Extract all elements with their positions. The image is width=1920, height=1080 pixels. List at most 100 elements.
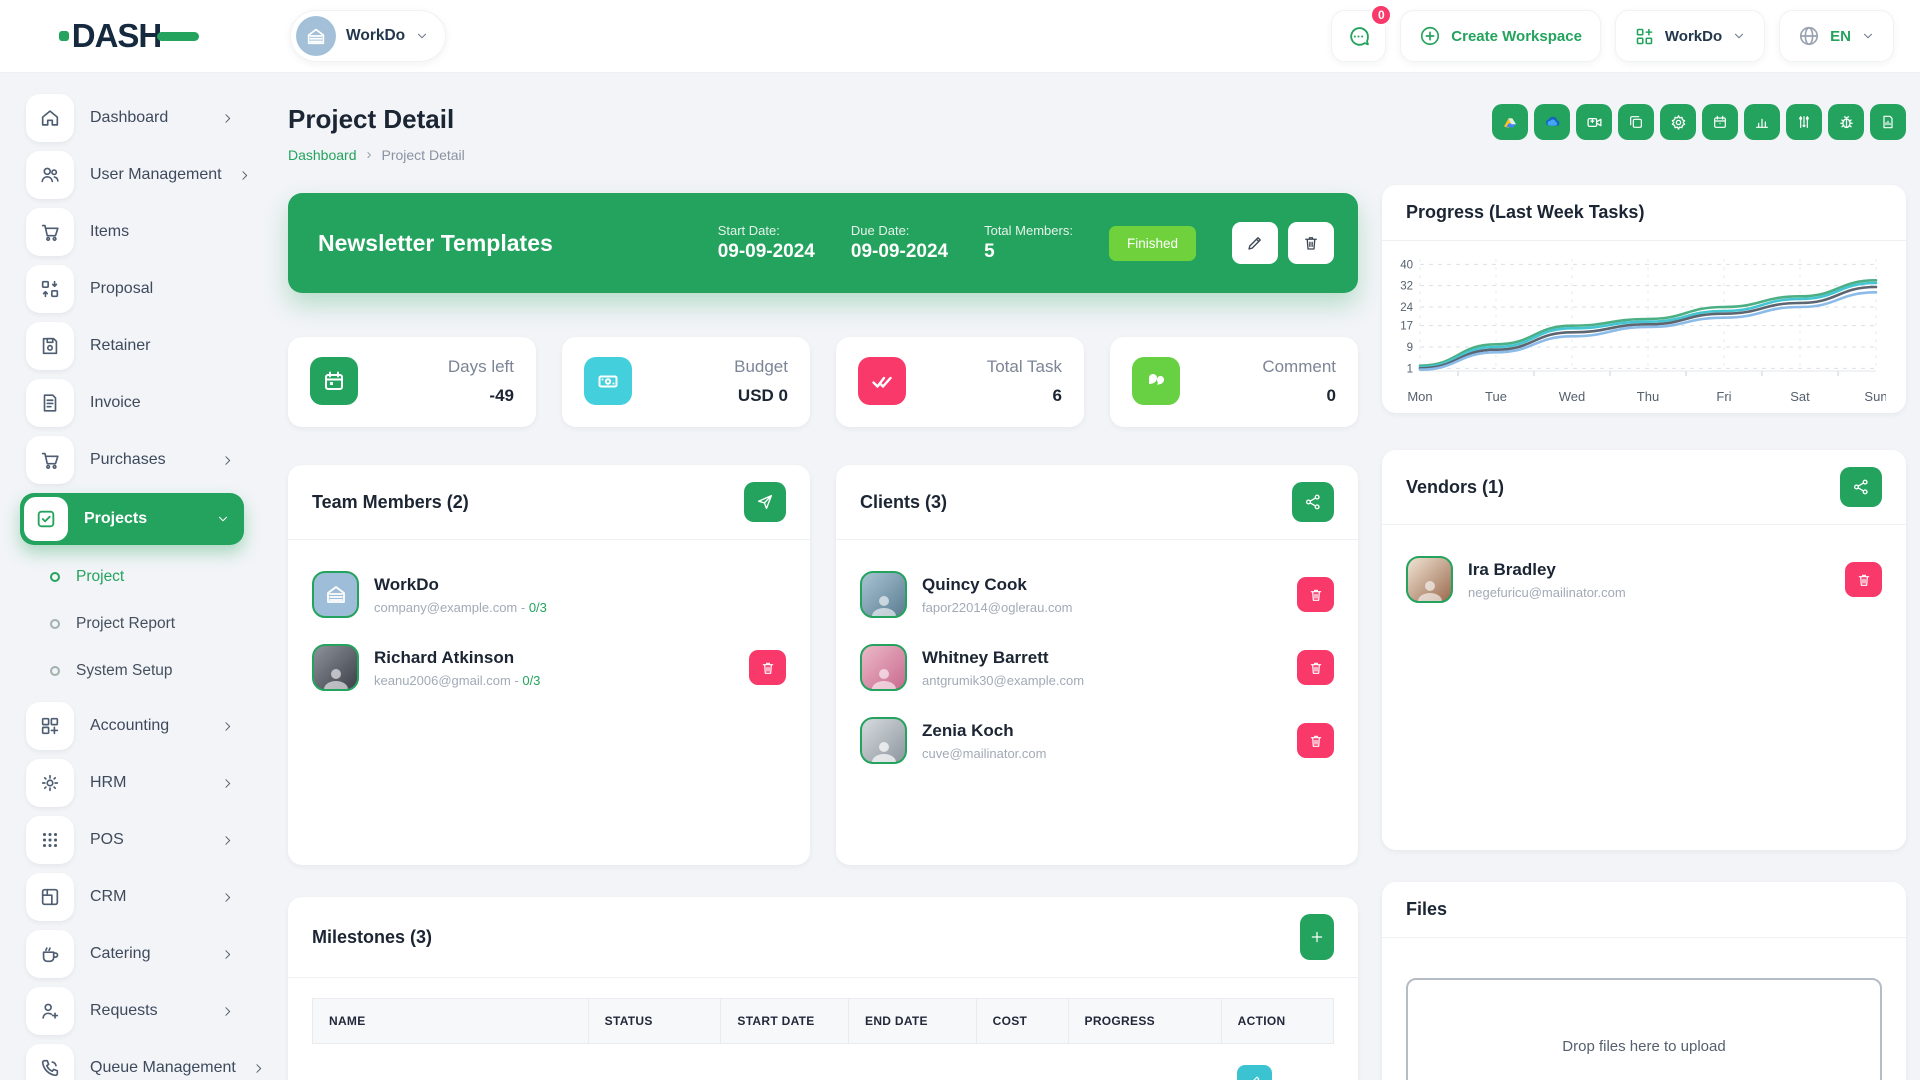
messages-button[interactable]: 0 — [1331, 10, 1386, 62]
page-title: Project Detail — [288, 104, 1358, 135]
language-selector[interactable]: EN — [1779, 10, 1894, 62]
create-workspace-button[interactable]: Create Workspace — [1400, 10, 1601, 62]
trash-icon — [760, 660, 776, 676]
dots-grid-icon — [26, 816, 74, 864]
sidebar-item-user-management[interactable]: User Management — [26, 151, 234, 199]
onedrive-button[interactable] — [1534, 104, 1570, 140]
share-vendors-button[interactable] — [1840, 467, 1882, 507]
trash-icon — [1308, 660, 1324, 676]
video-call-button[interactable] — [1576, 104, 1612, 140]
sidebar-item-invoice[interactable]: Invoice — [26, 379, 234, 427]
total-members-value: 5 — [984, 241, 1073, 263]
invite-member-button[interactable] — [744, 482, 786, 522]
target-icon — [26, 759, 74, 807]
gantt-button[interactable] — [1786, 104, 1822, 140]
building-icon — [305, 25, 327, 47]
sidebar-item-accounting[interactable]: Accounting — [26, 702, 234, 750]
file-dropzone[interactable]: Drop files here to upload — [1406, 978, 1882, 1080]
calendar-icon — [310, 357, 358, 405]
plus-circle-icon — [1419, 25, 1441, 47]
member-email: keanu2006@gmail.com - 0/3 — [374, 673, 734, 688]
delete-project-button[interactable] — [1288, 222, 1334, 264]
sidebar-item-projects[interactable]: Projects — [20, 493, 244, 545]
stat-label: Total Task — [987, 357, 1062, 377]
vendors-panel: Vendors (1) Ira Bradley negefuricu@maili… — [1382, 450, 1906, 850]
breadcrumb-separator-icon: › — [367, 146, 372, 163]
paper-plane-icon — [756, 493, 774, 511]
milestones-table: NAME STATUS START DATE END DATE COST PRO… — [312, 998, 1334, 1080]
cart-icon — [26, 208, 74, 256]
svg-text:1: 1 — [1407, 363, 1413, 375]
delete-client-button[interactable] — [1297, 723, 1334, 758]
client-row: Zenia Koch cuve@mailinator.com — [860, 704, 1334, 777]
google-drive-button[interactable] — [1492, 104, 1528, 140]
sidebar-item-dashboard[interactable]: Dashboard — [26, 94, 234, 142]
language-label: EN — [1830, 28, 1851, 45]
breadcrumb-dashboard-link[interactable]: Dashboard — [288, 147, 357, 163]
progress-panel: Progress (Last Week Tasks) 4032241791Mon… — [1382, 185, 1906, 413]
avatar — [860, 717, 907, 764]
sidebar-item-purchases[interactable]: Purchases — [26, 436, 234, 484]
add-milestone-button[interactable] — [1300, 914, 1334, 960]
col-header-cost: COST — [976, 999, 1068, 1044]
right-column: Progress (Last Week Tasks) 4032241791Mon… — [1382, 104, 1906, 1080]
sidebar-item-catering[interactable]: Catering — [26, 930, 234, 978]
submenu-item-project-report[interactable]: Project Report — [40, 600, 234, 647]
left-column: Project Detail Dashboard › Project Detai… — [288, 104, 1358, 1080]
home-icon — [26, 94, 74, 142]
report-file-button[interactable] — [1870, 104, 1906, 140]
calendar-button[interactable] — [1702, 104, 1738, 140]
chevron-right-icon — [221, 454, 234, 467]
grid-plus-icon — [1634, 26, 1655, 47]
users-icon — [26, 151, 74, 199]
breadcrumb: Dashboard › Project Detail — [288, 146, 1358, 163]
sidebar-item-items[interactable]: Items — [26, 208, 234, 256]
files-panel: Files Drop files here to upload — [1382, 882, 1906, 1080]
submenu-item-project[interactable]: Project — [40, 553, 234, 600]
milestone-end-date: 2025-10-09 — [849, 1044, 977, 1080]
logo-text: DASH — [72, 17, 162, 55]
avatar — [860, 571, 907, 618]
copy-button[interactable] — [1618, 104, 1654, 140]
client-row: Quincy Cook fapor22014@oglerau.com — [860, 558, 1334, 631]
sidebar-item-pos[interactable]: POS — [26, 816, 234, 864]
submenu-item-system-setup[interactable]: System Setup — [40, 647, 234, 694]
clients-title: Clients (3) — [860, 492, 947, 513]
main-content: Project Detail Dashboard › Project Detai… — [258, 72, 1920, 1080]
sidebar-item-hrm[interactable]: HRM — [26, 759, 234, 807]
col-header-status: STATUS — [588, 999, 721, 1044]
sidebar-item-crm[interactable]: CRM — [26, 873, 234, 921]
share-clients-button[interactable] — [1292, 482, 1334, 522]
settings-button[interactable] — [1660, 104, 1696, 140]
share-icon — [1304, 493, 1322, 511]
trash-icon — [1308, 587, 1324, 603]
gear-icon — [1670, 114, 1687, 131]
workspace-switcher[interactable]: WorkDo — [290, 10, 446, 62]
workspace-menu-button[interactable]: WorkDo — [1615, 10, 1765, 62]
analytics-button[interactable] — [1744, 104, 1780, 140]
svg-text:17: 17 — [1400, 321, 1413, 333]
bug-report-button[interactable] — [1828, 104, 1864, 140]
sidebar-item-queue-management[interactable]: Queue Management — [26, 1044, 234, 1080]
sidebar-item-retainer[interactable]: Retainer — [26, 322, 234, 370]
delete-member-button[interactable] — [749, 650, 786, 685]
stat-value: 6 — [987, 386, 1062, 406]
svg-text:Mon: Mon — [1407, 389, 1432, 404]
member-name: Richard Atkinson — [374, 648, 734, 668]
delete-client-button[interactable] — [1297, 650, 1334, 685]
sidebar-item-requests[interactable]: Requests — [26, 987, 234, 1035]
member-name: WorkDo — [374, 575, 786, 595]
trash-icon — [1308, 733, 1324, 749]
delete-vendor-button[interactable] — [1845, 562, 1882, 597]
edit-project-button[interactable] — [1232, 222, 1278, 264]
col-header-end-date: END DATE — [849, 999, 977, 1044]
bar-chart-icon — [1754, 114, 1770, 130]
svg-text:Fri: Fri — [1716, 389, 1731, 404]
page-head: Project Detail Dashboard › Project Detai… — [288, 104, 1358, 163]
delete-client-button[interactable] — [1297, 577, 1334, 612]
edit-milestone-button[interactable] — [1237, 1065, 1272, 1080]
user-plus-icon — [26, 987, 74, 1035]
milestone-name: Hiring Individual Positions — [313, 1044, 589, 1080]
svg-text:Thu: Thu — [1637, 389, 1659, 404]
sidebar-item-proposal[interactable]: Proposal — [26, 265, 234, 313]
